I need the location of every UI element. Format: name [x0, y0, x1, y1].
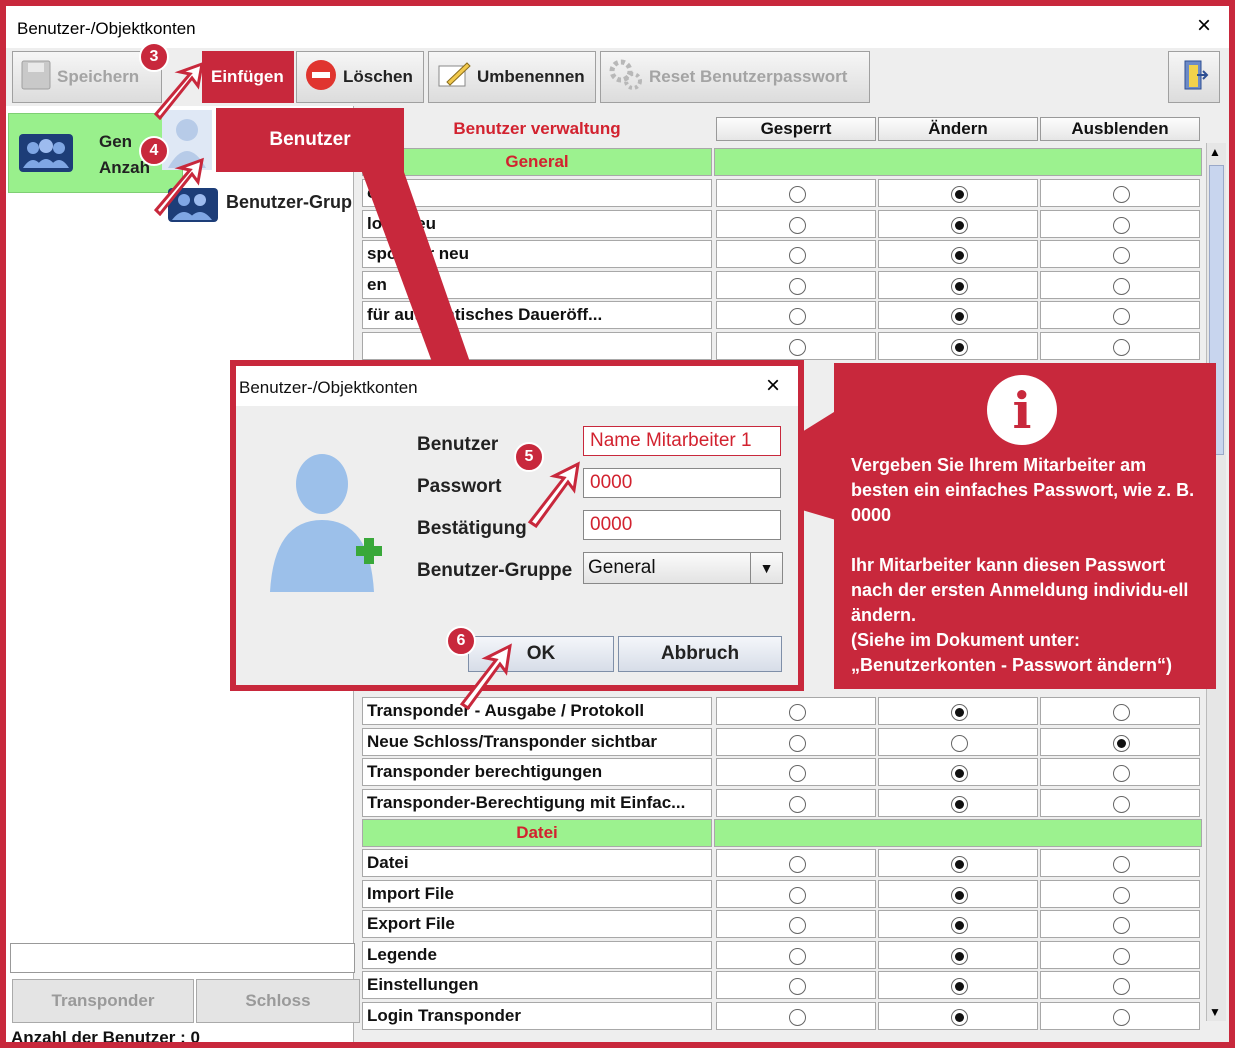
- info-text: Vergeben Sie Ihrem Mitarbeiter am besten…: [851, 453, 1206, 678]
- user-group-select[interactable]: General ▼: [583, 552, 783, 584]
- info-paragraph: Vergeben Sie Ihrem Mitarbeiter am besten…: [851, 455, 1195, 525]
- cancel-button[interactable]: Abbruch: [618, 636, 782, 672]
- info-paragraph: Ihr Mitarbeiter kann diesen Passwort nac…: [851, 555, 1189, 625]
- info-paragraph: (Siehe im Dokument unter: „Benutzerkonte…: [851, 630, 1173, 675]
- confirm-password-field[interactable]: 0000: [583, 510, 781, 540]
- password-field[interactable]: 0000: [583, 468, 781, 498]
- user-name-field[interactable]: Name Mitarbeiter 1: [583, 426, 781, 456]
- dialog-title: Benutzer-/Objektkonten: [239, 378, 418, 397]
- chevron-down-icon[interactable]: ▼: [750, 553, 782, 583]
- user-group-label: Benutzer-Gruppe: [417, 560, 573, 581]
- dialog-close-icon[interactable]: ×: [766, 372, 780, 400]
- arrow-cursor-icon: [153, 61, 204, 120]
- info-icon: i: [987, 375, 1057, 445]
- user-group-value: General: [588, 557, 656, 578]
- password-label: Passwort: [417, 476, 502, 497]
- dialog-body: Benutzer-/Objektkonten × Benutzer Name M…: [236, 366, 798, 685]
- user-label: Benutzer: [417, 434, 499, 455]
- info-callout: i Vergeben Sie Ihrem Mitarbeiter am best…: [834, 363, 1216, 689]
- confirm-label: Bestätigung: [417, 518, 527, 539]
- arrow-cursor-icon: [153, 157, 204, 216]
- add-user-icon: [264, 436, 384, 601]
- arrow-cursor-icon: [527, 461, 580, 528]
- arrow-cursor-icon: [459, 643, 512, 710]
- top-red-marker: [780, 0, 868, 6]
- dialog-title-bar: Benutzer-/Objektkonten ×: [236, 366, 798, 406]
- new-user-dialog: Benutzer-/Objektkonten × Benutzer Name M…: [230, 360, 804, 691]
